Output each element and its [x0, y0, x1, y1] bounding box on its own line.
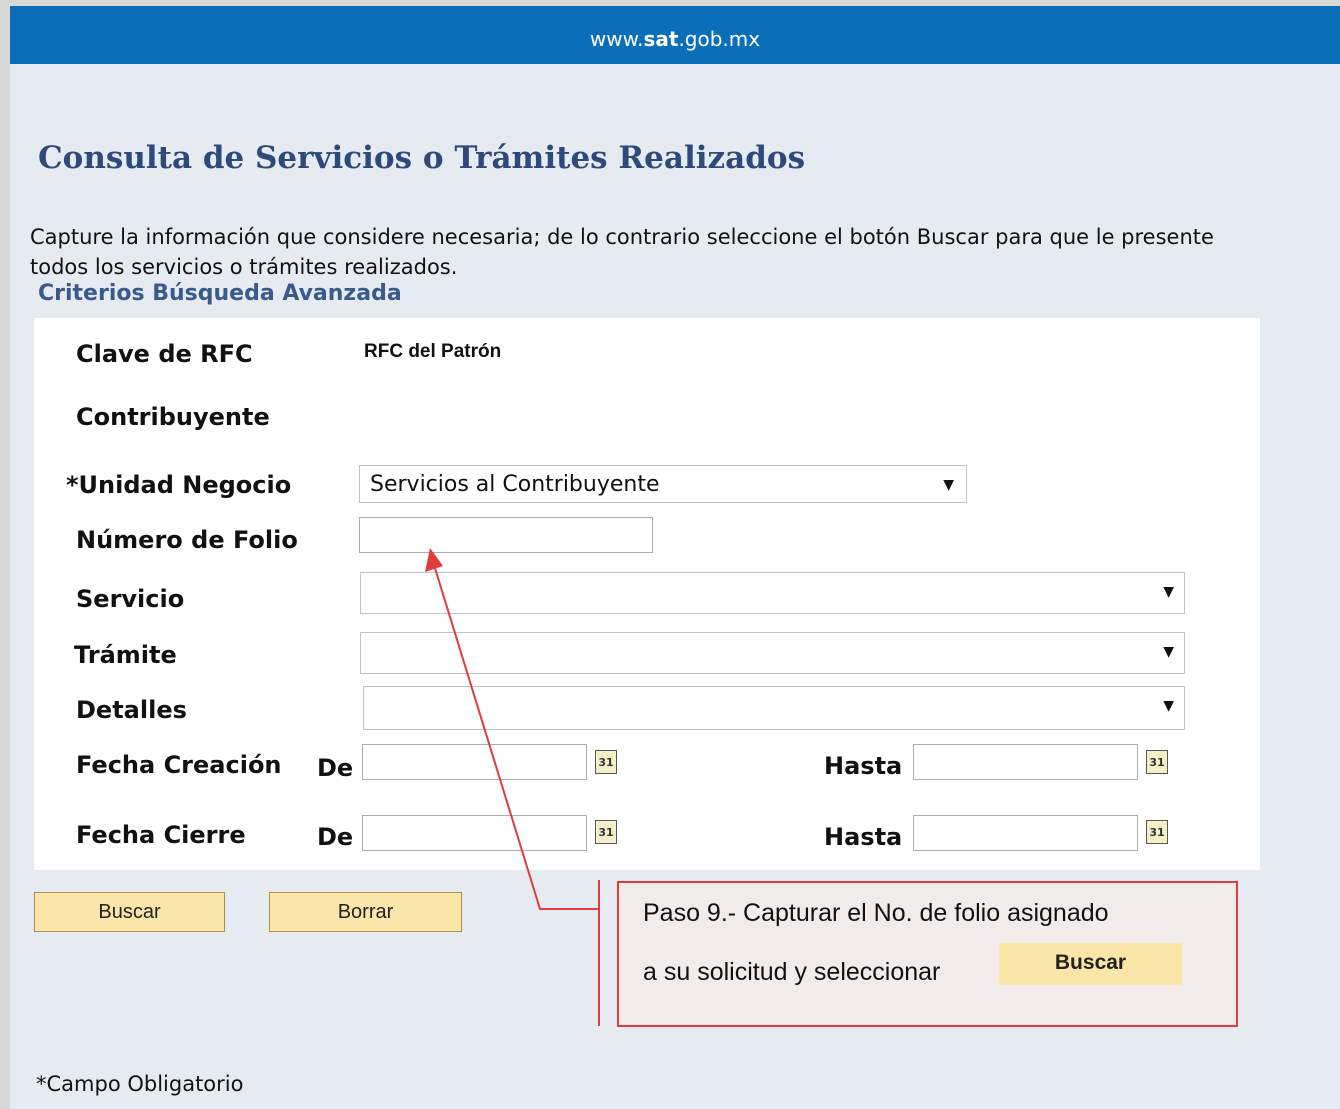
callout-buscar-button: Buscar	[999, 943, 1182, 985]
rfc-label: Clave de RFC	[76, 340, 253, 368]
detalles-select[interactable]: ▼	[363, 686, 1185, 730]
site-header: www.sat.gob.mx	[10, 6, 1340, 64]
unidad-negocio-label: *Unidad Negocio	[66, 471, 292, 499]
calendar-icon[interactable]: 31	[595, 750, 617, 774]
calendar-icon[interactable]: 31	[1146, 820, 1168, 844]
page-title: Consulta de Servicios o Trámites Realiza…	[38, 140, 806, 176]
creacion-hasta-input[interactable]	[913, 744, 1138, 780]
callout-line-1: Paso 9.- Capturar el No. de folio asigna…	[643, 899, 1109, 927]
detalles-label: Detalles	[76, 696, 187, 724]
unidad-negocio-select[interactable]: Servicios al Contribuyente ▼	[359, 465, 967, 503]
required-field-note: *Campo Obligatorio	[36, 1072, 244, 1096]
callout-line-2: a su solicitud y seleccionar	[643, 958, 941, 986]
chevron-down-icon: ▼	[943, 477, 954, 493]
fecha-cierre-label: Fecha Cierre	[76, 821, 246, 849]
servicio-label: Servicio	[76, 585, 185, 613]
site-suffix: .gob.mx	[678, 27, 761, 51]
cierre-de-label: De	[317, 823, 354, 851]
intro-text: Capture la información que considere nec…	[30, 225, 1214, 279]
chevron-down-icon: ▼	[1163, 584, 1174, 600]
site-bold: sat	[643, 27, 679, 51]
instruction-callout: Paso 9.- Capturar el No. de folio asigna…	[617, 881, 1238, 1027]
creacion-hasta-label: Hasta	[824, 752, 903, 780]
contribuyente-label: Contribuyente	[76, 403, 270, 431]
section-subtitle: Criterios Búsqueda Avanzada	[38, 281, 402, 306]
calendar-icon[interactable]: 31	[1146, 750, 1168, 774]
site-prefix: www.	[589, 27, 644, 51]
servicio-select[interactable]: ▼	[360, 572, 1185, 614]
unidad-negocio-value: Servicios al Contribuyente	[370, 472, 660, 497]
chevron-down-icon: ▼	[1163, 698, 1174, 714]
folio-label: Número de Folio	[76, 526, 298, 554]
borrar-button[interactable]: Borrar	[269, 892, 462, 932]
creacion-de-label: De	[317, 754, 354, 782]
creacion-de-input[interactable]	[362, 744, 587, 780]
fecha-creacion-label: Fecha Creación	[76, 751, 282, 779]
rfc-value: RFC del Patrón	[364, 341, 502, 362]
calendar-icon[interactable]: 31	[595, 820, 617, 844]
cierre-hasta-label: Hasta	[824, 823, 903, 851]
tramite-select[interactable]: ▼	[360, 632, 1185, 674]
folio-input[interactable]	[359, 517, 653, 553]
cierre-de-input[interactable]	[362, 815, 587, 851]
tramite-label: Trámite	[74, 641, 177, 669]
chevron-down-icon: ▼	[1163, 644, 1174, 660]
cierre-hasta-input[interactable]	[913, 815, 1138, 851]
buscar-button[interactable]: Buscar	[34, 892, 225, 932]
